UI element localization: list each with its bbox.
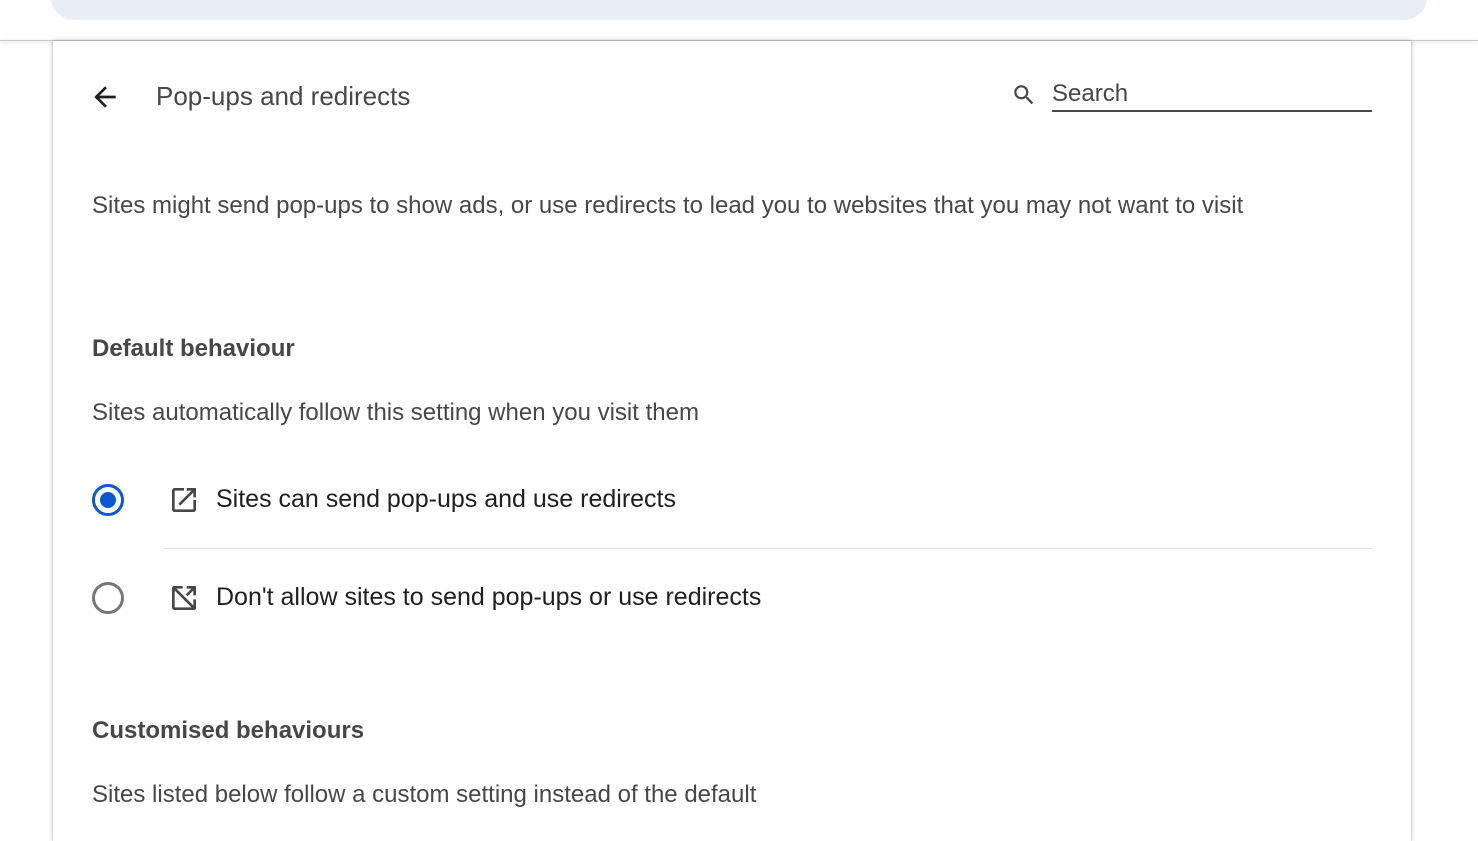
option-allow-label: Sites can send pop-ups and use redirects	[216, 485, 676, 513]
customised-behaviours-subtitle: Sites listed below follow a custom setti…	[92, 781, 757, 808]
settings-card: Pop-ups and redirects Sites might send p…	[53, 41, 1411, 841]
option-block-popups[interactable]: Don't allow sites to send pop-ups or use…	[92, 568, 1372, 628]
option-allow-popups[interactable]: Sites can send pop-ups and use redirects	[92, 470, 1372, 530]
back-button[interactable]	[87, 79, 123, 115]
search-icon	[1014, 85, 1034, 105]
option-block-label: Don't allow sites to send pop-ups or use…	[216, 583, 762, 611]
default-behaviour-heading: Default behaviour	[92, 335, 295, 362]
top-search-bar[interactable]	[50, 0, 1428, 20]
default-behaviour-subtitle: Sites automatically follow this setting …	[92, 399, 699, 426]
open-in-new-icon	[172, 488, 196, 512]
customised-behaviours-heading: Customised behaviours	[92, 717, 365, 744]
search-input[interactable]	[1052, 77, 1372, 112]
page-title: Pop-ups and redirects	[156, 81, 411, 111]
open-in-new-off-icon	[171, 585, 197, 611]
option-divider	[164, 548, 1372, 549]
page-description: Sites might send pop-ups to show ads, or…	[92, 192, 1244, 219]
radio-button-selected[interactable]	[92, 484, 124, 516]
radio-button-unselected[interactable]	[92, 582, 124, 614]
arrow-back-icon	[94, 86, 116, 108]
search-box[interactable]	[1011, 77, 1372, 113]
